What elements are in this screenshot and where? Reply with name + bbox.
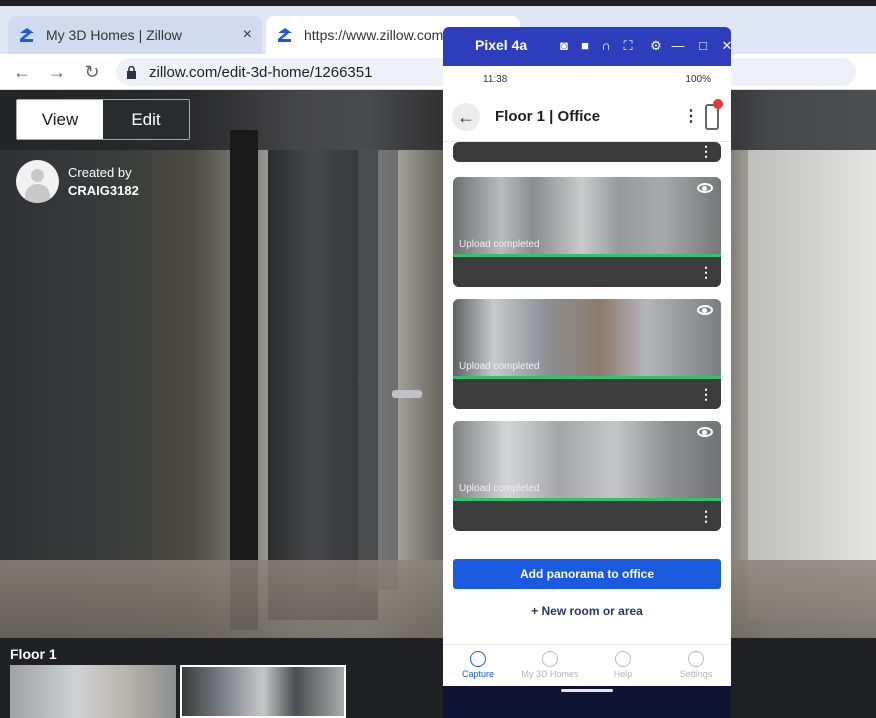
avatar-body	[25, 184, 50, 203]
reload-icon[interactable]: ↻	[82, 62, 102, 82]
emulator-window: Pixel 4a ◙ ■ ∩ ⛶ ⚙ — □ ✕ 11:38 100% ← Fl…	[443, 27, 731, 718]
minimize-icon[interactable]: —	[671, 39, 685, 53]
gesture-handle[interactable]	[561, 689, 613, 692]
maximize-icon[interactable]: □	[696, 39, 710, 53]
gear-icon	[688, 651, 704, 667]
card-menu-icon[interactable]: ⋮	[699, 265, 713, 279]
close-tab-icon[interactable]: ×	[243, 26, 252, 44]
avatar	[16, 160, 59, 203]
new-room-button[interactable]: + New room or area	[443, 604, 731, 618]
creator-info: Created by CRAIG3182	[16, 160, 139, 203]
nav-help[interactable]: Help	[588, 651, 658, 679]
plus-icon: +	[531, 604, 539, 618]
tab-title: My 3D Homes | Zillow	[46, 27, 182, 43]
right-wall	[748, 150, 876, 620]
panorama-card[interactable]: Upload completed ⋮	[453, 299, 721, 409]
panorama-card[interactable]: Upload completed ⋮	[453, 177, 721, 287]
view-edit-toggle: View Edit	[16, 99, 190, 140]
url-text: zillow.com/edit-3d-home/1266351	[149, 63, 373, 81]
lock-icon	[127, 65, 136, 79]
panorama-card[interactable]: Upload completed ⋮	[453, 421, 721, 531]
headphones-icon[interactable]: ∩	[599, 39, 613, 53]
upload-status: Upload completed	[459, 483, 540, 494]
new-room-label: New room or area	[541, 604, 643, 618]
eye-icon[interactable]	[697, 305, 713, 315]
fullscreen-icon[interactable]: ⛶	[621, 39, 635, 53]
floor-label: Floor 1	[10, 646, 57, 662]
more-options-icon[interactable]: ⋮	[683, 106, 699, 126]
eye-icon[interactable]	[697, 183, 713, 193]
address-bar: ← → ↻ zillow.com/edit-3d-home/1266351	[0, 54, 876, 90]
close-icon[interactable]: ✕	[720, 39, 731, 53]
view-button[interactable]: View	[17, 100, 103, 139]
nav-label: Settings	[679, 669, 713, 679]
app-header: ← Floor 1 | Office ⋮	[443, 92, 731, 142]
nav-label: Capture	[461, 669, 495, 679]
screen-title: Floor 1 | Office	[495, 108, 601, 125]
back-arrow-icon[interactable]: ←	[452, 103, 480, 131]
panorama-card-partial[interactable]: ⋮	[453, 142, 721, 162]
battery-level: 100%	[685, 74, 711, 85]
camera-icon[interactable]: ◙	[557, 39, 571, 53]
floor-strip: Floor 1	[0, 638, 876, 718]
door-frame	[230, 130, 258, 630]
bottom-navigation: Capture My 3D Homes Help Settings	[443, 644, 731, 686]
upload-status: Upload completed	[459, 239, 540, 250]
nav-capture[interactable]: Capture	[443, 651, 513, 679]
status-time: 11:38	[483, 74, 508, 85]
creator-name: CRAIG3182	[68, 183, 139, 198]
card-footer	[453, 379, 721, 409]
created-by-label: Created by	[68, 165, 132, 180]
floor-thumbnail-selected[interactable]	[180, 665, 346, 718]
status-bar: 11:38 100%	[443, 66, 731, 92]
nav-my-3d-homes[interactable]: My 3D Homes	[515, 651, 585, 679]
phone-screen: 11:38 100% ← Floor 1 | Office ⋮ ⋮ Upload…	[443, 66, 731, 686]
nav-settings[interactable]: Settings	[661, 651, 731, 679]
tab-bar: My 3D Homes | Zillow × https://www.zillo…	[0, 6, 876, 54]
nav-label: Help	[613, 669, 633, 679]
floor-thumbnail[interactable]	[10, 665, 176, 718]
help-icon	[615, 651, 631, 667]
notification-dot	[713, 99, 723, 109]
avatar-head	[31, 169, 44, 182]
emulator-title-bar: Pixel 4a ◙ ■ ∩ ⛶ ⚙ — □ ✕	[443, 27, 731, 66]
back-arrow-icon[interactable]: ←	[12, 62, 32, 82]
video-icon[interactable]: ■	[578, 39, 592, 53]
forward-arrow-icon[interactable]: →	[47, 62, 67, 82]
zillow-icon	[278, 28, 292, 42]
zillow-icon	[20, 28, 34, 42]
add-panorama-button[interactable]: Add panorama to office	[453, 559, 721, 589]
nav-label: My 3D Homes	[521, 669, 579, 679]
cube-icon	[542, 651, 558, 667]
card-menu-icon[interactable]: ⋮	[699, 509, 713, 523]
edit-button[interactable]: Edit	[103, 100, 189, 139]
door-handle	[392, 390, 422, 398]
capture-icon	[470, 651, 486, 667]
tab-my-3d-homes[interactable]: My 3D Homes | Zillow ×	[8, 16, 262, 54]
device-name: Pixel 4a	[475, 37, 528, 53]
creator-text: Created by CRAIG3182	[68, 165, 139, 198]
card-menu-icon[interactable]: ⋮	[699, 387, 713, 401]
door-glass	[358, 150, 398, 590]
upload-status: Upload completed	[459, 361, 540, 372]
system-navigation-bar	[443, 686, 731, 718]
floor-area	[0, 560, 876, 638]
eye-icon[interactable]	[697, 427, 713, 437]
card-footer	[453, 501, 721, 531]
card-menu-icon[interactable]: ⋮	[699, 144, 713, 158]
card-footer	[453, 257, 721, 287]
gear-icon[interactable]: ⚙	[649, 39, 663, 53]
